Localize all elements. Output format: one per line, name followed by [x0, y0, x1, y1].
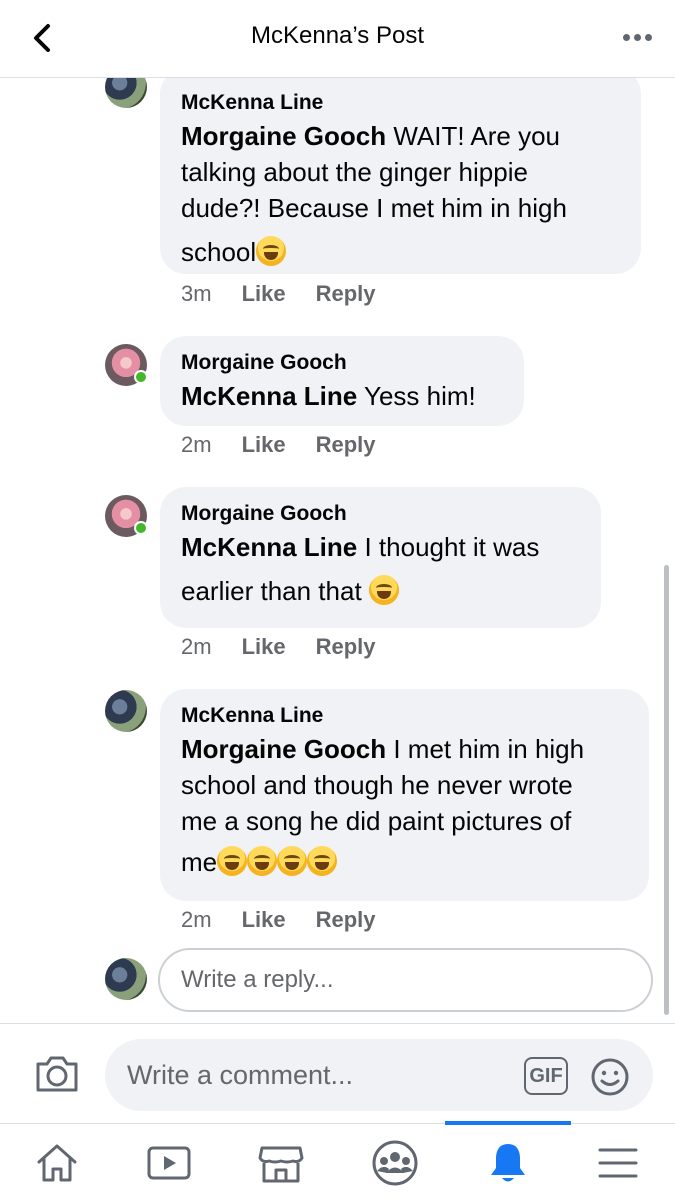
comment-text-line: earlier than that [181, 576, 369, 606]
comment-meta: 2m Like Reply [181, 634, 376, 660]
laughing-emoji-icon [247, 846, 278, 876]
comment-thread: McKenna Line Morgaine Gooch WAIT! Are yo… [0, 78, 675, 1023]
smiley-icon [591, 1058, 629, 1096]
comment-text-line: I thought it was [357, 532, 540, 562]
watch-icon [147, 1146, 191, 1179]
mention-link[interactable]: McKenna Line [181, 381, 357, 411]
emoji-button[interactable] [590, 1057, 630, 1097]
gif-label: GIF [529, 1064, 563, 1087]
like-button[interactable]: Like [242, 432, 286, 458]
comment-text-line: dude?! Because I met him in high [181, 193, 567, 223]
comment-time: 2m [181, 634, 212, 659]
comment-text-line: I met him in high [386, 734, 585, 764]
comment-author[interactable]: McKenna Line [181, 703, 627, 729]
laughing-emoji-icon [277, 846, 308, 876]
camera-button[interactable] [34, 1054, 80, 1094]
online-status-icon [134, 370, 148, 384]
comment-text: McKenna Line Yess him! [181, 378, 502, 414]
more-dot-icon [644, 33, 652, 41]
more-options-button[interactable] [617, 22, 657, 52]
comment-text-line: Yess him! [357, 381, 476, 411]
menu-icon [598, 1148, 638, 1177]
comment-author[interactable]: Morgaine Gooch [181, 350, 502, 376]
reply-placeholder: Write a reply... [181, 966, 334, 993]
comment-text-line: talking about the ginger hippie [181, 157, 528, 187]
comment-time: 3m [181, 281, 212, 306]
comment-bubble[interactable]: Morgaine Gooch McKenna Line I thought it… [160, 487, 601, 628]
comment-bubble[interactable]: Morgaine Gooch McKenna Line Yess him! [160, 336, 524, 426]
nav-home[interactable] [12, 1124, 102, 1200]
laughing-emoji-icon [256, 236, 287, 266]
avatar[interactable] [105, 690, 147, 732]
mention-link[interactable]: McKenna Line [181, 532, 357, 562]
post-header: McKenna’s Post [0, 0, 675, 78]
comment-text: Morgaine Gooch WAIT! Are you talking abo… [181, 118, 619, 278]
groups-icon [372, 1140, 418, 1185]
comment-bubble[interactable]: McKenna Line Morgaine Gooch WAIT! Are yo… [160, 78, 641, 274]
like-button[interactable]: Like [242, 281, 286, 307]
reply-button[interactable]: Reply [316, 634, 376, 660]
comment-text-line: me a song he did paint pictures of [181, 806, 572, 836]
nav-groups[interactable] [350, 1124, 440, 1200]
comment-composer: Write a comment... GIF [0, 1023, 675, 1123]
laughing-emoji-icon [368, 575, 399, 605]
laughing-emoji-icon [217, 846, 248, 876]
reply-button[interactable]: Reply [316, 907, 376, 933]
comment-text-line: school and though he never wrote [181, 770, 573, 800]
comment-text-line: me [181, 847, 218, 877]
comment-time: 2m [181, 432, 212, 457]
reply-input[interactable]: Write a reply... [158, 948, 653, 1012]
gif-button[interactable]: GIF [524, 1057, 568, 1095]
camera-icon [36, 1056, 78, 1092]
online-status-icon [134, 521, 148, 535]
more-dot-icon [622, 33, 630, 41]
mention-link[interactable]: Morgaine Gooch [181, 121, 386, 151]
reply-button[interactable]: Reply [316, 432, 376, 458]
more-dot-icon [633, 33, 641, 41]
reply-avatar [105, 958, 147, 1000]
comment-time: 2m [181, 907, 212, 932]
comment-author[interactable]: McKenna Line [181, 90, 619, 116]
comment-meta: 2m Like Reply [181, 907, 376, 933]
comment-text-line: WAIT! Are you [386, 121, 560, 151]
reply-button[interactable]: Reply [316, 281, 376, 307]
scrollbar[interactable] [664, 565, 669, 1015]
comment-text: Morgaine Gooch I met him in high school … [181, 731, 627, 885]
comment-text: McKenna Line I thought it was earlier th… [181, 529, 579, 617]
nav-marketplace[interactable] [236, 1124, 326, 1200]
comment-meta: 2m Like Reply [181, 432, 376, 458]
comment-text-line: school [181, 237, 257, 267]
nav-menu[interactable] [573, 1124, 663, 1200]
page-title: McKenna’s Post [251, 22, 424, 49]
avatar[interactable] [105, 78, 147, 108]
marketplace-icon [258, 1146, 304, 1182]
home-icon [37, 1144, 77, 1181]
comment-bubble[interactable]: McKenna Line Morgaine Gooch I met him in… [160, 689, 649, 901]
comment-author[interactable]: Morgaine Gooch [181, 501, 579, 527]
nav-watch[interactable] [124, 1124, 214, 1200]
comment-input[interactable]: Write a comment... [105, 1039, 653, 1111]
nav-notifications[interactable] [445, 1121, 571, 1200]
bottom-nav [0, 1121, 675, 1200]
comment-meta: 3m Like Reply [181, 281, 376, 307]
like-button[interactable]: Like [242, 907, 286, 933]
comment-placeholder: Write a comment... [127, 1059, 354, 1090]
like-button[interactable]: Like [242, 634, 286, 660]
mention-link[interactable]: Morgaine Gooch [181, 734, 386, 764]
laughing-emoji-icon [307, 846, 338, 876]
notifications-icon [491, 1143, 525, 1181]
